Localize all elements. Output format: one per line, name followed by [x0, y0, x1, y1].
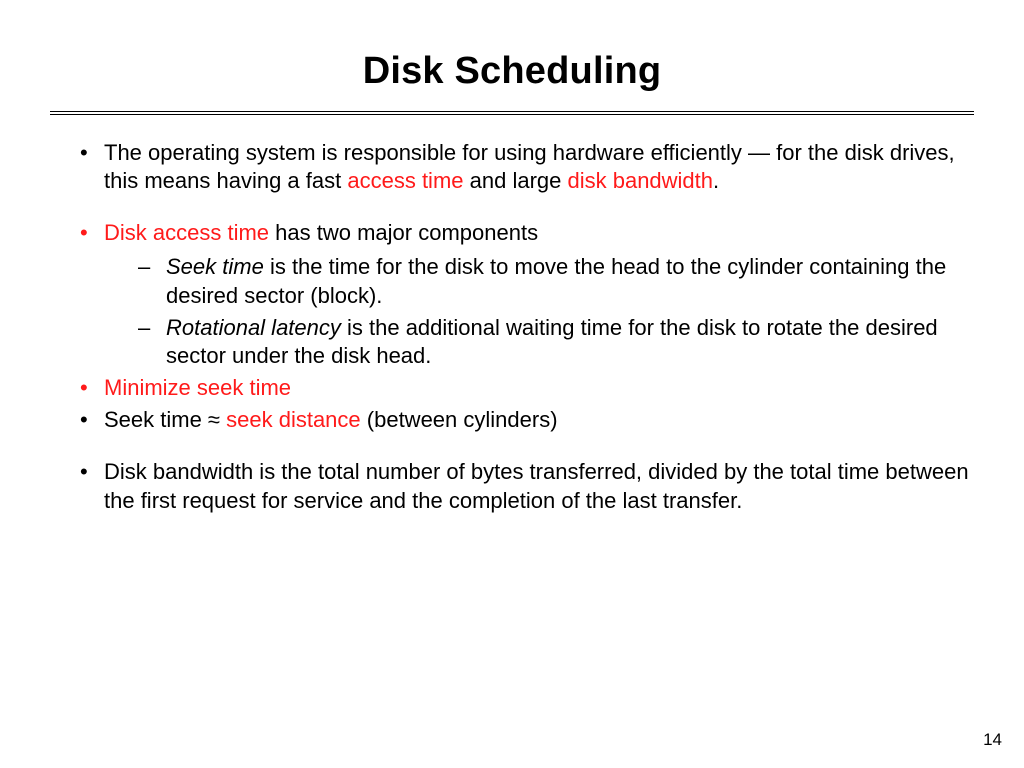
highlight: access time — [347, 168, 463, 193]
highlight: Minimize seek time — [104, 375, 291, 400]
text: Seek time ≈ — [104, 407, 226, 432]
bullet-item: Disk access time has two major component… — [80, 219, 974, 370]
bullet-item: The operating system is responsible for … — [80, 139, 974, 195]
highlight: disk bandwidth — [567, 168, 713, 193]
text: . — [713, 168, 719, 193]
text: Disk bandwidth is the total number of by… — [104, 459, 969, 512]
sub-item: Rotational latency is the additional wai… — [138, 314, 974, 370]
emphasis: Seek time — [166, 254, 264, 279]
text: (between cylinders) — [361, 407, 558, 432]
page-number: 14 — [983, 730, 1002, 750]
text: is the time for the disk to move the hea… — [166, 254, 946, 307]
bullet-item: Disk bandwidth is the total number of by… — [80, 458, 974, 514]
emphasis: Rotational latency — [166, 315, 341, 340]
slide-title: Disk Scheduling — [50, 50, 974, 93]
bullet-item: Minimize seek time — [80, 374, 974, 402]
sub-list: Seek time is the time for the disk to mo… — [104, 253, 974, 370]
slide: Disk Scheduling The operating system is … — [0, 0, 1024, 768]
title-rule — [50, 111, 974, 115]
highlight: Disk access time — [104, 220, 269, 245]
text: has two major components — [269, 220, 538, 245]
text: and large — [464, 168, 568, 193]
bullet-item: Seek time ≈ seek distance (between cylin… — [80, 406, 974, 434]
bullet-list: The operating system is responsible for … — [50, 139, 974, 515]
highlight: seek distance — [226, 407, 361, 432]
sub-item: Seek time is the time for the disk to mo… — [138, 253, 974, 309]
